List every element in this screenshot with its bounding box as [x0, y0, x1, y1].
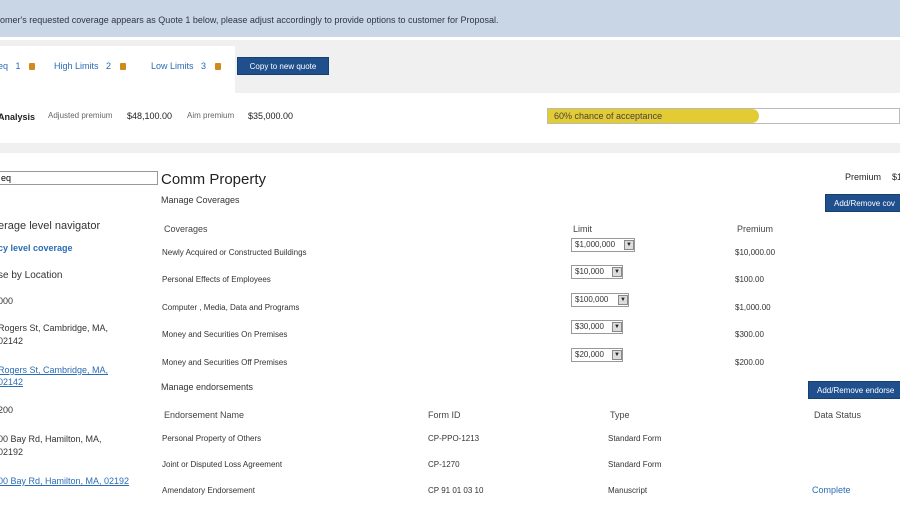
premium-value: $1	[892, 172, 900, 182]
endorsement-type: Manuscript	[608, 486, 648, 495]
coverage-premium: $200.00	[735, 358, 764, 367]
location-1-link[interactable]: Rogers St, Cambridge, MA,	[0, 365, 108, 375]
tab-label: High Limits	[54, 61, 99, 71]
coverage-premium: $1,000.00	[735, 303, 771, 312]
info-banner: omer's requested coverage appears as Quo…	[0, 0, 900, 37]
tab-label: eq	[0, 61, 9, 71]
chevron-down-icon[interactable]: ▼	[612, 322, 622, 332]
coverage-name: Money and Securities On Premises	[162, 330, 288, 339]
add-remove-endorsements-button[interactable]: Add/Remove endorse	[808, 381, 900, 399]
browse-by-location-label: se by Location	[0, 270, 63, 281]
chevron-down-icon[interactable]: ▼	[618, 295, 628, 305]
chevron-down-icon[interactable]: ▼	[612, 350, 622, 360]
aim-premium-value: $35,000.00	[248, 111, 294, 121]
location-1-link-zip[interactable]: 02142	[0, 377, 23, 387]
endorsement-form-id: CP-PPO-1213	[428, 434, 480, 443]
tab-number: 2	[106, 61, 112, 71]
limit-value: $30,000	[575, 322, 604, 331]
data-status-header: Data Status	[814, 410, 862, 420]
limit-select[interactable]: $1,000,000 ▼	[571, 238, 635, 252]
analysis-title: Analysis	[0, 112, 36, 122]
limit-column-header: Limit	[573, 224, 593, 234]
limit-select[interactable]: $10,000 ▼	[571, 265, 623, 279]
progress-text: 60% chance of acceptance	[554, 111, 663, 121]
endorsement-type: Standard Form	[608, 434, 662, 443]
copy-icon[interactable]	[119, 63, 126, 70]
limit-value: $10,000	[575, 267, 604, 276]
page-title: Comm Property	[161, 171, 267, 188]
navigator-title: erage level navigator	[0, 220, 101, 232]
limit-value: $1,000,000	[575, 240, 616, 249]
limit-value: $20,000	[575, 350, 604, 359]
banner-text: omer's requested coverage appears as Quo…	[0, 15, 499, 25]
coverage-name: Newly Acquired or Constructed Buildings	[162, 248, 307, 257]
coverage-premium: $100.00	[735, 275, 764, 284]
tab-low-limits[interactable]: Low Limits 3	[151, 61, 221, 71]
coverage-name: Computer , Media, Data and Programs	[162, 303, 300, 312]
add-remove-coverages-button[interactable]: Add/Remove cov	[825, 194, 900, 212]
location-2-zip: 02192	[0, 447, 24, 457]
copy-icon[interactable]	[214, 63, 221, 70]
chevron-down-icon[interactable]: ▼	[612, 267, 622, 277]
chevron-down-icon[interactable]: ▼	[624, 240, 634, 250]
coverage-name: Money and Securities Off Premises	[162, 358, 288, 367]
endorsement-type: Standard Form	[608, 460, 662, 469]
coverage-search-input[interactable]	[0, 171, 158, 185]
adjusted-premium-label: Adjusted premium	[48, 111, 113, 120]
coverage-name: Personal Effects of Employees	[162, 275, 271, 284]
limit-value: $100,000	[575, 295, 609, 304]
data-status-complete-link[interactable]: Complete	[812, 485, 851, 495]
endorsement-form-id: CP 91 01 03 10	[428, 486, 484, 495]
location-2-code: 200	[0, 405, 14, 415]
copy-to-new-quote-button[interactable]: Copy to new quote	[237, 57, 329, 75]
limit-select[interactable]: $100,000 ▼	[571, 293, 629, 307]
form-id-header: Form ID	[428, 410, 461, 420]
manage-endorsements-heading: Manage endorsements	[161, 382, 254, 392]
adjusted-premium-value: $48,100.00	[127, 111, 173, 121]
location-1-address: Rogers St, Cambridge, MA,	[0, 323, 109, 333]
section-divider	[0, 143, 900, 153]
tab-label: Low Limits	[151, 61, 194, 71]
premium-column-header: Premium	[737, 224, 774, 234]
location-2-address: 00 Bay Rd, Hamilton, MA,	[0, 434, 102, 444]
acceptance-progress-bar: 60% chance of acceptance	[547, 108, 900, 124]
copy-icon[interactable]	[29, 63, 36, 70]
location-1-zip: 02142	[0, 336, 24, 346]
tab-number: 3	[201, 61, 207, 71]
type-header: Type	[610, 410, 630, 420]
endorsement-form-id: CP-1270	[428, 460, 460, 469]
location-2-link[interactable]: 00 Bay Rd, Hamilton, MA, 02192	[0, 476, 129, 486]
tab-number: 1	[15, 61, 21, 71]
endorsement-name: Personal Property of Others	[162, 434, 262, 443]
limit-select[interactable]: $30,000 ▼	[571, 320, 623, 334]
policy-level-coverage-link[interactable]: cy level coverage	[0, 243, 73, 253]
premium-label: Premium	[845, 172, 882, 182]
endorsement-name: Joint or Disputed Loss Agreement	[162, 460, 283, 469]
tab-high-limits[interactable]: High Limits 2	[54, 61, 126, 71]
endorsement-name: Amendatory Endorsement	[162, 486, 255, 495]
coverage-premium: $300.00	[735, 330, 764, 339]
coverages-column-header: Coverages	[164, 224, 208, 234]
endorsement-name-header: Endorsement Name	[164, 410, 245, 420]
location-1-code: 000	[0, 296, 14, 306]
coverage-premium: $10,000.00	[735, 248, 776, 257]
manage-coverages-heading: Manage Coverages	[161, 195, 240, 205]
aim-premium-label: Aim premium	[187, 111, 235, 120]
tab-quote-1[interactable]: eq 1	[0, 61, 36, 71]
limit-select[interactable]: $20,000 ▼	[571, 348, 623, 362]
